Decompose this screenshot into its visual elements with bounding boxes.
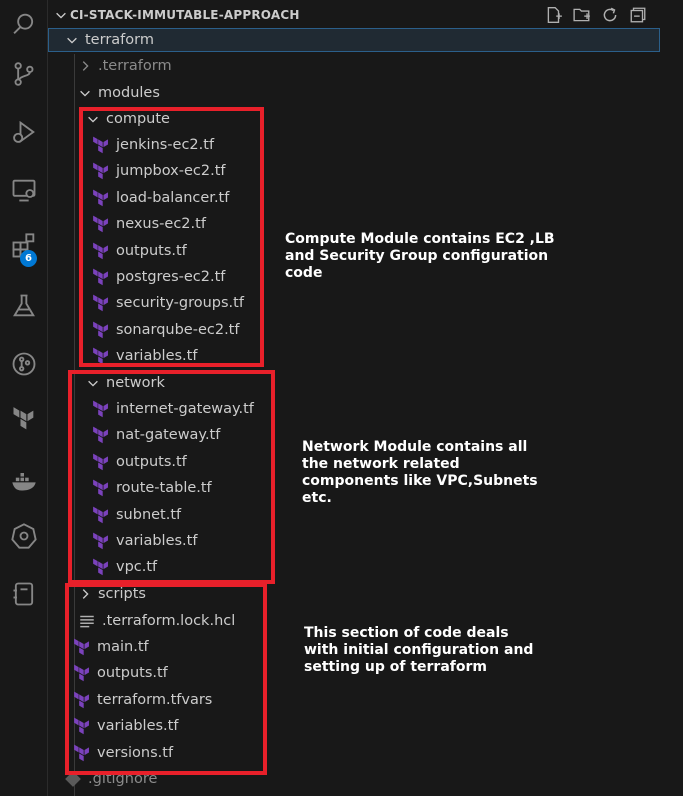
- chevron-down-icon: [67, 37, 77, 44]
- network-note: Network Module contains all the network …: [302, 439, 538, 506]
- collapse-all-icon[interactable]: [629, 6, 647, 24]
- git-graph-icon[interactable]: [0, 340, 47, 388]
- network-annotation-box: [68, 370, 275, 584]
- search-icon[interactable]: [0, 0, 47, 48]
- activity-bar: 6: [0, 0, 48, 796]
- extensions-badge: 6: [20, 250, 37, 267]
- compute-note: Compute Module contains EC2 ,LB and Secu…: [285, 231, 555, 281]
- refresh-icon[interactable]: [601, 6, 619, 24]
- root-note: This section of code deals with initial …: [304, 625, 534, 675]
- project-title: CI-STACK-IMMUTABLE-APPROACH: [70, 8, 300, 22]
- folder-label: terraform: [85, 32, 154, 48]
- scrollbar[interactable]: [669, 30, 683, 796]
- chevron-down-icon[interactable]: [54, 8, 68, 22]
- folder-label: .terraform: [98, 58, 172, 74]
- tree-folder-terraform[interactable]: terraform: [48, 28, 660, 52]
- remote-explorer-icon[interactable]: [0, 166, 47, 214]
- tree-folder-modules[interactable]: modules: [78, 80, 160, 106]
- notebook-icon[interactable]: [0, 570, 47, 618]
- explorer-panel: CI-STACK-IMMUTABLE-APPROACH terraform .t…: [48, 0, 683, 796]
- kubernetes-icon[interactable]: [0, 512, 47, 560]
- tree-folder-dot-terraform[interactable]: .terraform: [78, 53, 172, 79]
- run-debug-icon[interactable]: [0, 108, 47, 156]
- new-file-icon[interactable]: [545, 6, 563, 24]
- explorer-header[interactable]: CI-STACK-IMMUTABLE-APPROACH: [48, 0, 683, 30]
- new-folder-icon[interactable]: [573, 6, 591, 24]
- folder-label: modules: [98, 85, 160, 101]
- source-control-icon[interactable]: [0, 50, 47, 98]
- chevron-down-icon: [80, 90, 90, 97]
- terraform-icon[interactable]: [0, 396, 47, 444]
- root-annotation-box: [65, 583, 267, 775]
- testing-icon[interactable]: [0, 282, 47, 330]
- docker-icon[interactable]: [0, 456, 47, 504]
- compute-annotation-box: [79, 107, 264, 367]
- chevron-right-icon: [82, 61, 89, 71]
